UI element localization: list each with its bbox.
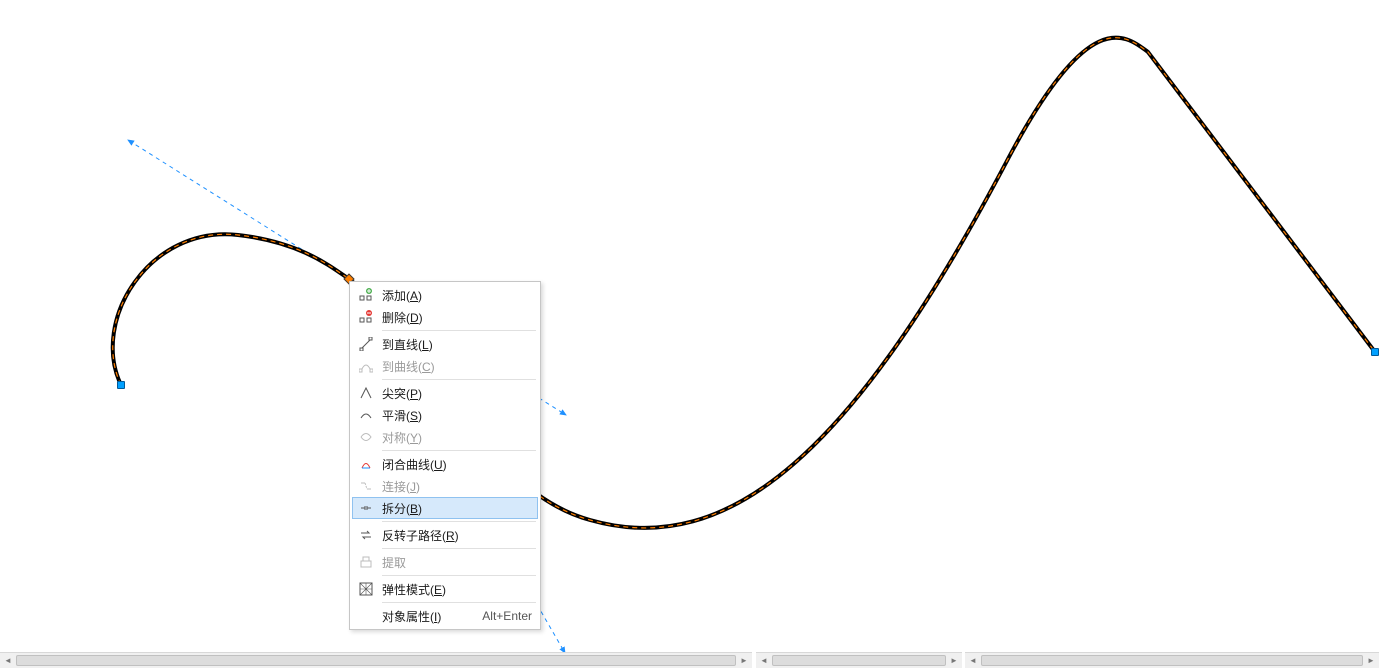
menu-item-label: 反转子路径(R) xyxy=(376,527,532,544)
menu-item-label: 尖突(P) xyxy=(376,385,532,402)
menu-item-to-line[interactable]: 到直线(L) xyxy=(352,333,538,355)
delete-node-icon xyxy=(356,310,376,324)
menu-item-symmetrical: 对称(Y) xyxy=(352,426,538,448)
node-context-menu: 添加(A) 删除(D) 到直线(L) 到曲线(C) 尖突(P) 平滑(S) 对称(Y) 闭合曲… xyxy=(349,281,541,630)
menu-item-properties[interactable]: 对象属性(I)Alt+Enter xyxy=(352,605,538,627)
smooth-icon xyxy=(356,408,376,422)
menu-item-label: 弹性模式(E) xyxy=(376,581,532,598)
menu-item-extract: 提取 xyxy=(352,551,538,573)
scroll-right-icon[interactable]: ► xyxy=(946,653,962,668)
menu-item-label: 添加(A) xyxy=(376,287,532,304)
menu-separator xyxy=(382,548,536,549)
menu-item-label: 对称(Y) xyxy=(376,429,532,446)
to-line-icon xyxy=(356,337,376,351)
menu-item-reverse[interactable]: 反转子路径(R) xyxy=(352,524,538,546)
menu-separator xyxy=(382,521,536,522)
bezier-curve[interactable] xyxy=(113,38,1375,528)
scroll-thumb[interactable] xyxy=(16,655,736,666)
menu-item-label: 连接(J) xyxy=(376,478,532,495)
curve-node[interactable] xyxy=(117,381,125,389)
menu-item-label: 闭合曲线(U) xyxy=(376,456,532,473)
scroll-left-icon[interactable]: ◄ xyxy=(0,653,16,668)
curve-node[interactable] xyxy=(1371,348,1379,356)
menu-item-break[interactable]: 拆分(B) xyxy=(352,497,538,519)
scroll-left-icon[interactable]: ◄ xyxy=(965,653,981,668)
menu-item-elastic[interactable]: 弹性模式(E) xyxy=(352,578,538,600)
join-icon xyxy=(356,479,376,493)
add-node-icon xyxy=(356,288,376,302)
menu-separator xyxy=(382,602,536,603)
cusp-icon xyxy=(356,386,376,400)
scroll-right-icon[interactable]: ► xyxy=(736,653,752,668)
vector-canvas xyxy=(0,0,1381,668)
scroll-thumb[interactable] xyxy=(772,655,946,666)
to-curve-icon xyxy=(356,359,376,373)
elastic-icon xyxy=(356,582,376,596)
menu-separator xyxy=(382,330,536,331)
menu-item-add[interactable]: 添加(A) xyxy=(352,284,538,306)
menu-item-label: 拆分(B) xyxy=(376,500,532,517)
menu-item-label: 删除(D) xyxy=(376,309,532,326)
menu-separator xyxy=(382,450,536,451)
symmetrical-icon xyxy=(356,430,376,444)
close-curve-icon xyxy=(356,457,376,471)
menu-item-label: 对象属性(I) xyxy=(376,608,472,625)
menu-item-label: 到直线(L) xyxy=(376,336,532,353)
bezier-curve-selection xyxy=(113,38,1375,528)
menu-item-delete[interactable]: 删除(D) xyxy=(352,306,538,328)
scroll-thumb[interactable] xyxy=(981,655,1363,666)
reverse-icon xyxy=(356,528,376,542)
scroll-left-icon[interactable]: ◄ xyxy=(756,653,772,668)
menu-item-cusp[interactable]: 尖突(P) xyxy=(352,382,538,404)
h-scrollbar-pane3[interactable]: ◄ ► xyxy=(965,652,1379,668)
control-handle[interactable] xyxy=(128,140,349,279)
menu-item-to-curve: 到曲线(C) xyxy=(352,355,538,377)
menu-item-label: 平滑(S) xyxy=(376,407,532,424)
menu-item-label: 到曲线(C) xyxy=(376,358,532,375)
menu-separator xyxy=(382,575,536,576)
extract-icon xyxy=(356,555,376,569)
menu-item-join: 连接(J) xyxy=(352,475,538,497)
menu-item-accelerator: Alt+Enter xyxy=(472,609,532,623)
menu-separator xyxy=(382,379,536,380)
scroll-right-icon[interactable]: ► xyxy=(1363,653,1379,668)
menu-item-smooth[interactable]: 平滑(S) xyxy=(352,404,538,426)
menu-item-label: 提取 xyxy=(376,554,532,571)
h-scrollbar-pane2[interactable]: ◄ ► xyxy=(756,652,962,668)
menu-item-close-curve[interactable]: 闭合曲线(U) xyxy=(352,453,538,475)
break-icon xyxy=(356,501,376,515)
h-scrollbar-pane1[interactable]: ◄ ► xyxy=(0,652,752,668)
